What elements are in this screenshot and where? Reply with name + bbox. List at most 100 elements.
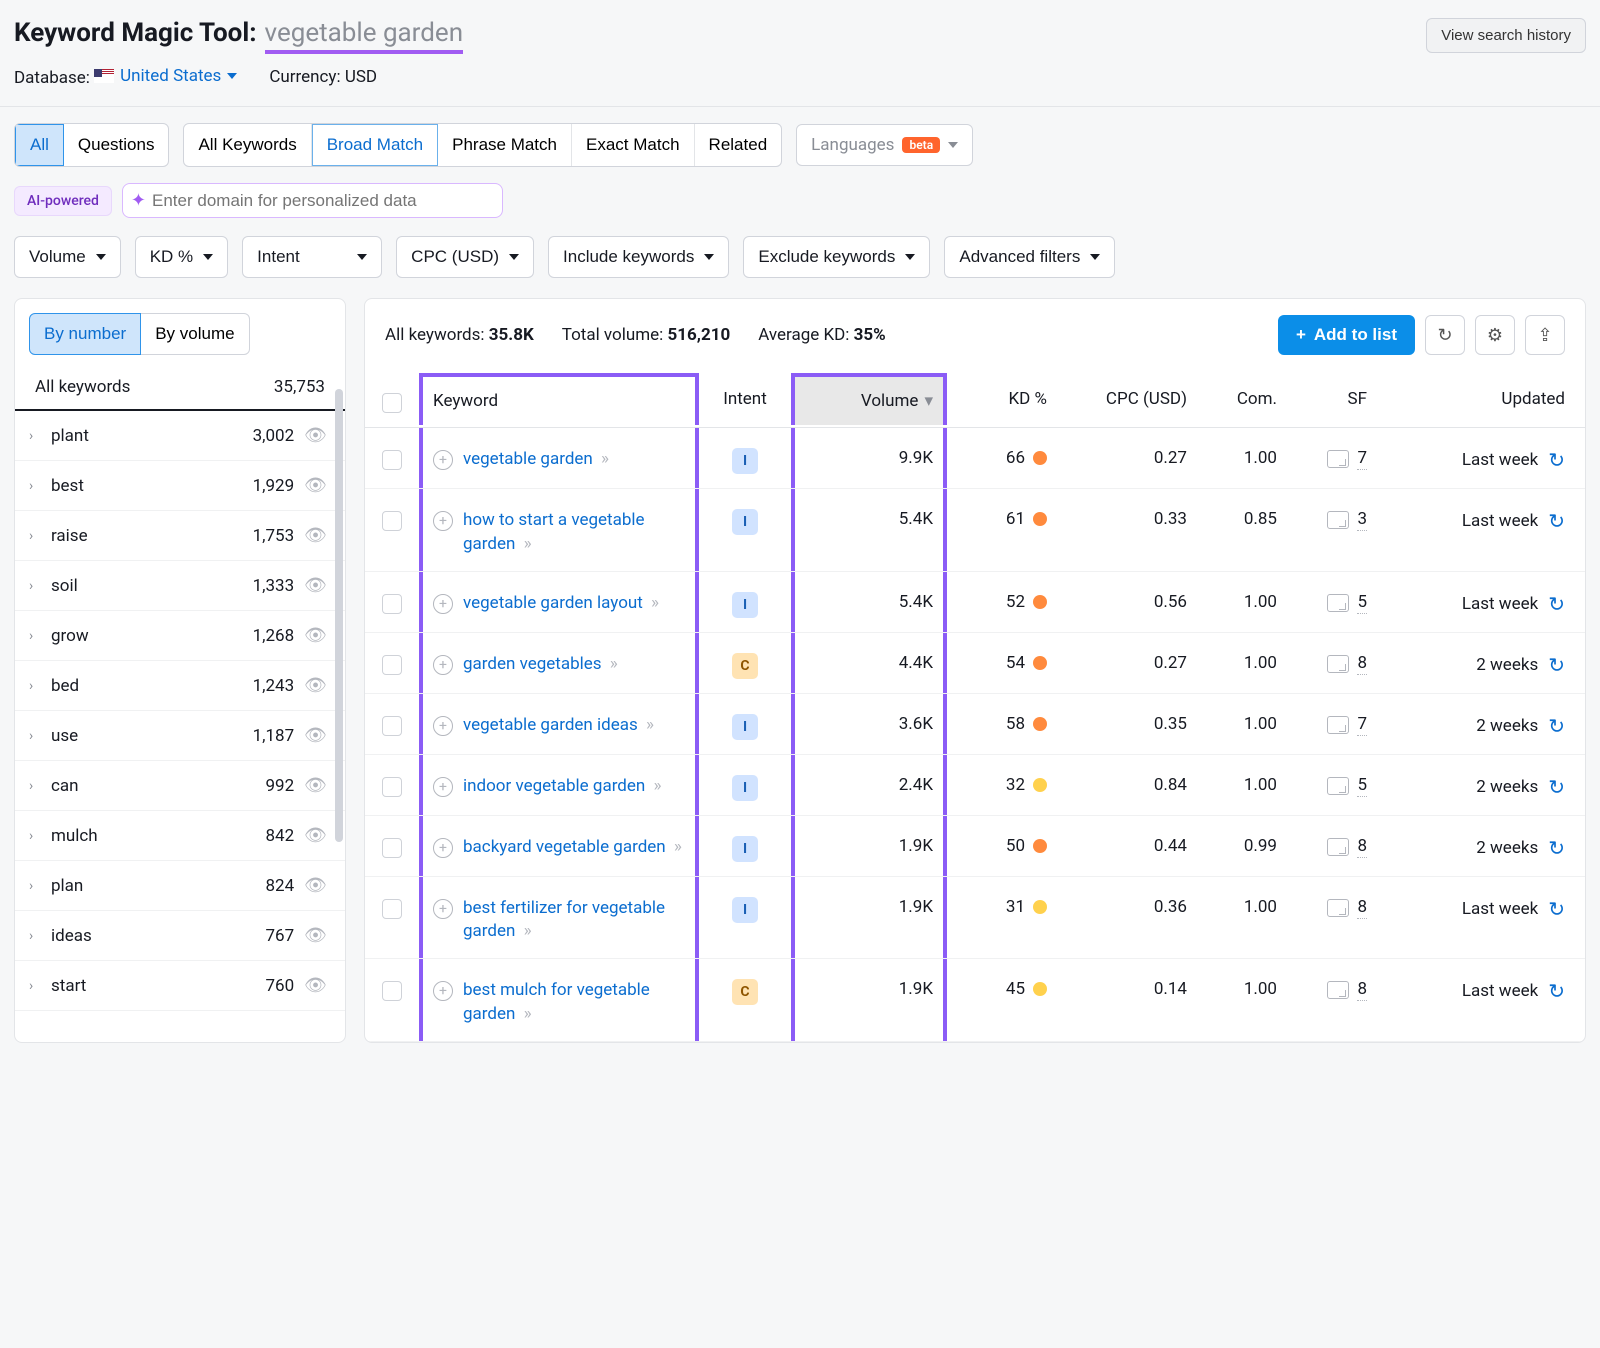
sidebar-item[interactable]: › soil 1,333 👁 <box>15 561 345 611</box>
col-kd[interactable]: KD % <box>947 375 1057 423</box>
serp-features-icon[interactable] <box>1327 655 1349 673</box>
eye-icon[interactable]: 👁 <box>304 675 327 696</box>
eye-icon[interactable]: 👁 <box>304 775 327 796</box>
row-checkbox[interactable] <box>382 655 402 675</box>
sidebar-item[interactable]: › mulch 842 👁 <box>15 811 345 861</box>
col-keyword[interactable]: Keyword <box>419 373 699 425</box>
add-to-list-button[interactable]: +Add to list <box>1278 315 1415 355</box>
eye-icon[interactable]: 👁 <box>304 525 327 546</box>
export-button[interactable]: ⇪ <box>1525 315 1565 355</box>
expand-keyword-icon[interactable]: + <box>433 450 453 470</box>
col-volume[interactable]: Volume▾ <box>791 373 947 425</box>
select-all-checkbox[interactable] <box>382 393 402 413</box>
database-select[interactable]: United States <box>94 66 237 86</box>
serp-features-icon[interactable] <box>1327 899 1349 917</box>
keyword-link[interactable]: vegetable garden layout <box>463 593 643 613</box>
sidebar-scrollbar[interactable] <box>335 389 343 1036</box>
sidebar-item[interactable]: › best 1,929 👁 <box>15 461 345 511</box>
refresh-row-icon[interactable]: ↻ <box>1548 775 1565 799</box>
row-checkbox[interactable] <box>382 838 402 858</box>
row-checkbox[interactable] <box>382 450 402 470</box>
serp-features-icon[interactable] <box>1327 777 1349 795</box>
row-checkbox[interactable] <box>382 594 402 614</box>
refresh-row-icon[interactable]: ↻ <box>1548 714 1565 738</box>
refresh-row-icon[interactable]: ↻ <box>1548 592 1565 616</box>
col-intent[interactable]: Intent <box>699 375 791 423</box>
expand-keyword-icon[interactable]: + <box>433 511 453 531</box>
sidebar-item[interactable]: › bed 1,243 👁 <box>15 661 345 711</box>
expand-keyword-icon[interactable]: + <box>433 655 453 675</box>
refresh-row-icon[interactable]: ↻ <box>1548 448 1565 472</box>
col-cpc[interactable]: CPC (USD) <box>1057 375 1197 423</box>
eye-icon[interactable]: 👁 <box>304 575 327 596</box>
col-com[interactable]: Com. <box>1197 375 1287 423</box>
expand-keyword-icon[interactable]: + <box>433 838 453 858</box>
keyword-link[interactable]: best mulch for vegetable garden <box>463 980 650 1024</box>
filter-advanced[interactable]: Advanced filters <box>944 236 1115 278</box>
serp-features-icon[interactable] <box>1327 450 1349 468</box>
filter-cpc[interactable]: CPC (USD) <box>396 236 534 278</box>
refresh-row-icon[interactable]: ↻ <box>1548 979 1565 1003</box>
refresh-row-icon[interactable]: ↻ <box>1548 836 1565 860</box>
sidebar-item[interactable]: › grow 1,268 👁 <box>15 611 345 661</box>
row-checkbox[interactable] <box>382 981 402 1001</box>
col-updated[interactable]: Updated <box>1377 375 1585 423</box>
sidebar-item[interactable]: › can 992 👁 <box>15 761 345 811</box>
tab-all[interactable]: All <box>15 124 64 166</box>
eye-icon[interactable]: 👁 <box>304 875 327 896</box>
filter-intent[interactable]: Intent <box>242 236 382 278</box>
keyword-link[interactable]: backyard vegetable garden <box>463 837 666 857</box>
settings-button[interactable]: ⚙ <box>1475 315 1515 355</box>
eye-icon[interactable]: 👁 <box>304 725 327 746</box>
tab-exact-match[interactable]: Exact Match <box>572 124 695 166</box>
expand-keyword-icon[interactable]: + <box>433 716 453 736</box>
sidebar-item[interactable]: › raise 1,753 👁 <box>15 511 345 561</box>
tab-all-keywords[interactable]: All Keywords <box>184 124 311 166</box>
sidebar-item[interactable]: › start 760 👁 <box>15 961 345 1011</box>
keyword-link[interactable]: best fertilizer for vegetable garden <box>463 898 665 942</box>
sidebar-item[interactable]: › plan 824 👁 <box>15 861 345 911</box>
ai-domain-input-wrapper[interactable]: ✦ <box>122 183 503 218</box>
refresh-row-icon[interactable]: ↻ <box>1548 509 1565 533</box>
row-checkbox[interactable] <box>382 716 402 736</box>
refresh-row-icon[interactable]: ↻ <box>1548 897 1565 921</box>
ai-domain-input[interactable] <box>152 191 492 211</box>
eye-icon[interactable]: 👁 <box>304 975 327 996</box>
keyword-link[interactable]: how to start a vegetable garden <box>463 510 645 554</box>
keyword-link[interactable]: indoor vegetable garden <box>463 776 645 796</box>
row-checkbox[interactable] <box>382 511 402 531</box>
filter-include-keywords[interactable]: Include keywords <box>548 236 729 278</box>
sidebar-tab-by-number[interactable]: By number <box>29 313 141 355</box>
serp-features-icon[interactable] <box>1327 838 1349 856</box>
row-checkbox[interactable] <box>382 899 402 919</box>
expand-keyword-icon[interactable]: + <box>433 594 453 614</box>
tab-phrase-match[interactable]: Phrase Match <box>438 124 572 166</box>
refresh-row-icon[interactable]: ↻ <box>1548 653 1565 677</box>
languages-select[interactable]: Languages beta <box>796 124 973 166</box>
filter-exclude-keywords[interactable]: Exclude keywords <box>743 236 930 278</box>
view-search-history-button[interactable]: View search history <box>1426 18 1586 53</box>
expand-keyword-icon[interactable]: + <box>433 981 453 1001</box>
filter-volume[interactable]: Volume <box>14 236 121 278</box>
keyword-link[interactable]: vegetable garden ideas <box>463 715 638 735</box>
eye-icon[interactable]: 👁 <box>304 625 327 646</box>
eye-icon[interactable]: 👁 <box>304 425 327 446</box>
eye-icon[interactable]: 👁 <box>304 925 327 946</box>
expand-keyword-icon[interactable]: + <box>433 899 453 919</box>
tab-questions[interactable]: Questions <box>64 124 169 166</box>
serp-features-icon[interactable] <box>1327 511 1349 529</box>
sidebar-item[interactable]: › ideas 767 👁 <box>15 911 345 961</box>
tab-broad-match[interactable]: Broad Match <box>312 124 438 166</box>
sidebar-item[interactable]: › use 1,187 👁 <box>15 711 345 761</box>
col-sf[interactable]: SF <box>1287 375 1377 423</box>
eye-icon[interactable]: 👁 <box>304 475 327 496</box>
filter-kd[interactable]: KD % <box>135 236 228 278</box>
keyword-link[interactable]: garden vegetables <box>463 654 602 674</box>
serp-features-icon[interactable] <box>1327 981 1349 999</box>
sidebar-all-keywords-label[interactable]: All keywords <box>35 377 130 397</box>
sidebar-tab-by-volume[interactable]: By volume <box>140 313 249 355</box>
tab-related[interactable]: Related <box>695 124 782 166</box>
sidebar-item[interactable]: › plant 3,002 👁 <box>15 411 345 461</box>
refresh-button[interactable]: ↻ <box>1425 315 1465 355</box>
serp-features-icon[interactable] <box>1327 594 1349 612</box>
